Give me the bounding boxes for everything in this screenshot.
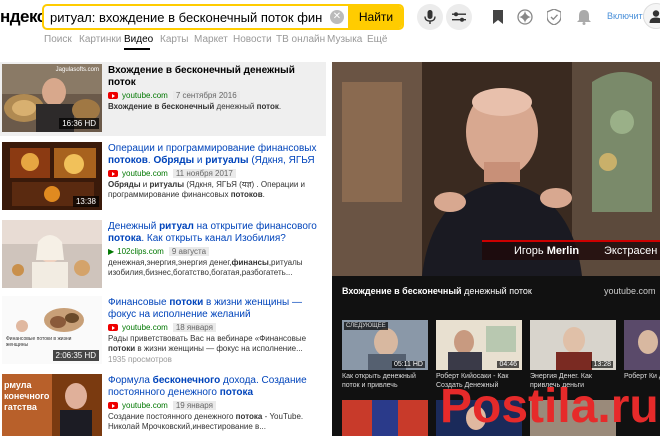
- video-duration: 16:36 HD: [59, 118, 99, 129]
- video-result-item[interactable]: 13:38 Операции и программирование финанс…: [0, 140, 326, 214]
- view-count: 1935 просмотров: [108, 355, 172, 364]
- tab-video[interactable]: Видео: [124, 34, 153, 45]
- now-playing-source[interactable]: youtube.com: [604, 286, 656, 296]
- related-video-thumbnail[interactable]: [342, 400, 428, 436]
- service-tabs: Поиск Картинки Видео Карты Маркет Новост…: [0, 34, 660, 52]
- search-input[interactable]: [44, 6, 322, 28]
- microphone-icon: [424, 10, 436, 24]
- shield-icon[interactable]: [545, 8, 563, 26]
- video-date: 18 января: [172, 323, 216, 332]
- enable-link[interactable]: Включить: [607, 11, 647, 21]
- sliders-icon: [452, 12, 466, 22]
- related-video-thumbnail[interactable]: [624, 320, 660, 370]
- video-date: 7 сентября 2016: [172, 91, 240, 100]
- next-badge: СЛЕДУЮЩЕЕ: [344, 322, 388, 330]
- svg-text:Postila.ru: Postila.ru: [440, 380, 659, 432]
- tab-news[interactable]: Новости: [233, 34, 272, 45]
- zen-icon[interactable]: [516, 8, 534, 26]
- video-title[interactable]: Денежный ритуал на открытие финансового …: [108, 221, 322, 245]
- video-source: youtube.com 11 ноября 2017: [108, 169, 322, 178]
- video-player[interactable]: Игорь Merlin Экстрасен: [332, 62, 660, 276]
- tab-market[interactable]: Маркет: [194, 34, 228, 45]
- active-tab-indicator: [124, 48, 150, 50]
- thumbnail-text: рмула конечного гатства: [4, 380, 50, 412]
- video-description: Вхождение в бесконечный денежный поток.: [108, 102, 282, 111]
- yandex-logo[interactable]: ндекс: [0, 7, 46, 27]
- video-date: 19 января: [172, 401, 216, 410]
- video-source: youtube.com 18 января: [108, 323, 322, 332]
- video-duration: 13:38: [72, 196, 99, 207]
- video-description: Рады приветствовать Вас на вебинаре «Фин…: [108, 334, 307, 353]
- bell-icon[interactable]: [575, 8, 593, 26]
- user-icon: [649, 10, 660, 23]
- avatar[interactable]: [643, 3, 660, 29]
- youtube-icon: [108, 402, 118, 409]
- video-results-list: 16:36 HD Jagulasofts.com Вхождение в бес…: [0, 62, 326, 436]
- filters-button[interactable]: [446, 4, 472, 30]
- video-thumbnail[interactable]: Финансовые потоки в жизни женщины 2:06:3…: [2, 296, 102, 364]
- tab-maps[interactable]: Карты: [160, 34, 189, 45]
- video-thumbnail[interactable]: [2, 220, 102, 288]
- related-video-title[interactable]: Как открыть денежный поток и привлечь: [342, 372, 428, 390]
- bookmark-icon[interactable]: [489, 8, 507, 26]
- related-video-thumbnail[interactable]: СЛЕДУЮЩЕЕ 05:11 HD: [342, 320, 428, 370]
- search-box: ✕ Найти: [42, 4, 404, 30]
- postila-watermark: Postila.ru: [440, 380, 659, 432]
- video-source: youtube.com 7 сентября 2016: [108, 91, 322, 100]
- youtube-icon: [108, 324, 118, 331]
- clear-search-icon[interactable]: ✕: [330, 10, 344, 24]
- video-date: 9 августа: [168, 247, 210, 256]
- tab-music[interactable]: Музыка: [327, 34, 362, 45]
- speaker-title: Экстрасен: [604, 245, 658, 257]
- video-thumbnail[interactable]: рмула конечного гатства: [2, 374, 102, 436]
- tab-tv[interactable]: ТВ онлайн: [276, 34, 325, 45]
- video-result-item[interactable]: рмула конечного гатства Формула бесконеч…: [0, 372, 326, 436]
- video-description: Создание постоянного денежного потока - …: [108, 412, 304, 431]
- video-date: 11 ноября 2017: [172, 169, 236, 178]
- voice-search-button[interactable]: [417, 4, 443, 30]
- related-duration: 13:28: [591, 361, 613, 368]
- video-source: youtube.com 19 января: [108, 401, 322, 410]
- video-title[interactable]: Операции и программирование финансовых п…: [108, 143, 322, 167]
- youtube-icon: [108, 170, 118, 177]
- video-description: Обряды и ритуалы (Ядкня, ЯГЬЯ (यज्ञ) . О…: [108, 180, 305, 199]
- related-video-thumbnail[interactable]: 04:46: [436, 320, 522, 370]
- now-playing-title: Вхождение в бесконечный денежный поток: [342, 286, 532, 296]
- video-source: ▶ 102clips.com 9 августа: [108, 247, 322, 256]
- find-button[interactable]: Найти: [348, 6, 402, 28]
- thumbnail-watermark: Jagulasofts.com: [55, 67, 99, 73]
- thumbnail-caption: Финансовые потоки в жизни женщины: [6, 336, 72, 348]
- related-video-thumbnail[interactable]: 13:28: [530, 320, 616, 370]
- tab-images[interactable]: Картинки: [79, 34, 121, 45]
- related-duration: 04:46: [497, 361, 519, 368]
- video-description: денежная,энергия,энергия денег,финансы,р…: [108, 258, 303, 277]
- video-result-item[interactable]: 16:36 HD Jagulasofts.com Вхождение в бес…: [0, 62, 326, 136]
- tab-more[interactable]: Ещё: [367, 34, 387, 45]
- video-thumbnail[interactable]: 16:36 HD Jagulasofts.com: [2, 64, 102, 132]
- video-title[interactable]: Вхождение в бесконечный денежный поток: [108, 65, 322, 89]
- yandex-video-search-page: ндекс ✕ Найти Включить Поиск К: [0, 0, 660, 436]
- lower-third-caption: Игорь Merlin Экстрасен: [482, 240, 660, 260]
- speaker-name: Игорь Merlin: [514, 245, 580, 257]
- video-thumbnail[interactable]: 13:38: [2, 142, 102, 210]
- video-result-item[interactable]: Финансовые потоки в жизни женщины 2:06:3…: [0, 294, 326, 370]
- video-duration: 2:06:35 HD: [52, 350, 99, 361]
- video-title[interactable]: Финансовые потоки в жизни женщины — фоку…: [108, 297, 322, 321]
- related-duration: 05:11 HD: [391, 361, 425, 368]
- video-title[interactable]: Формула бесконечного дохода. Создание по…: [108, 375, 322, 399]
- header: ндекс ✕ Найти Включить: [0, 0, 660, 32]
- tab-search[interactable]: Поиск: [44, 34, 72, 45]
- play-icon: ▶: [108, 247, 115, 256]
- youtube-icon: [108, 92, 118, 99]
- video-result-item[interactable]: Денежный ритуал на открытие финансового …: [0, 218, 326, 292]
